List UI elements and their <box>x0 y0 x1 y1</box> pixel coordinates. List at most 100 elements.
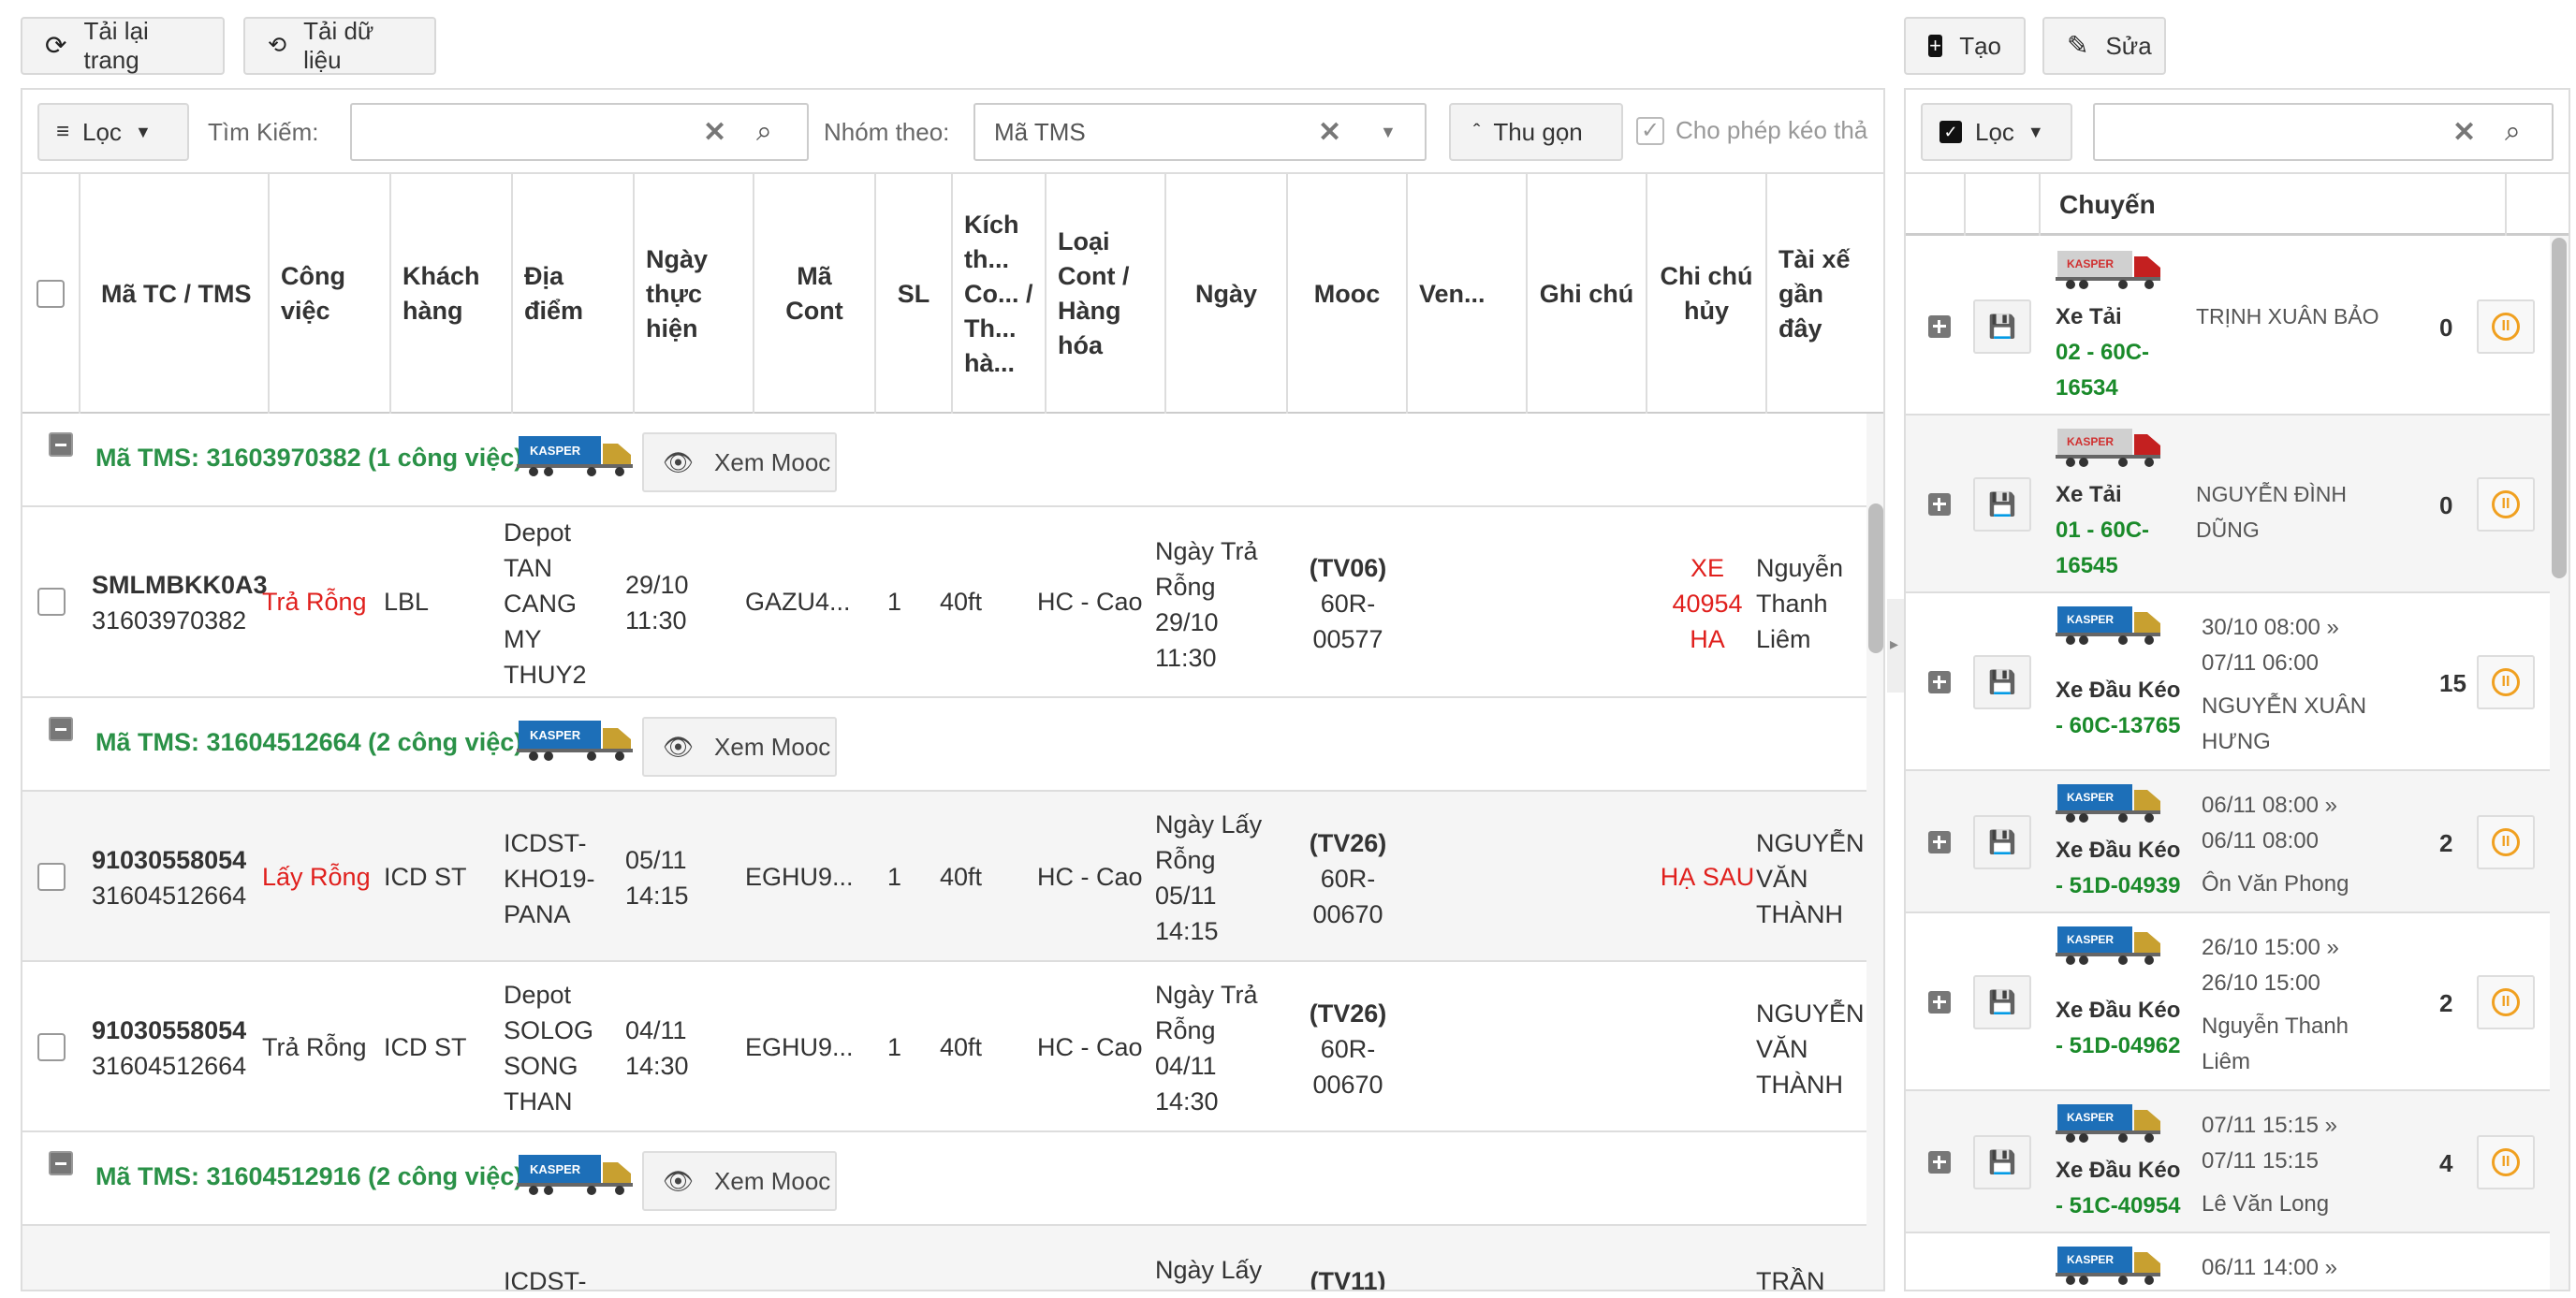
allow-drag-label: Cho phép kéo thả <box>1676 116 1868 144</box>
pause-button[interactable]: II <box>2477 477 2535 532</box>
group-by-select[interactable]: Mã TMS ✕ ▼ <box>973 103 1427 161</box>
trips-search-input[interactable]: ✕ ⌕ <box>2093 103 2554 161</box>
filter-dropdown[interactable]: ≡ Lọc ▼ <box>37 103 189 161</box>
group-by-value: Mã TMS <box>994 117 1086 146</box>
panel-splitter[interactable]: ▸ <box>1887 599 1906 693</box>
search-input[interactable]: ✕ ⌕ <box>350 103 809 161</box>
row-checkbox[interactable] <box>37 1033 66 1061</box>
truck-blue-icon: KASPER <box>517 1155 633 1195</box>
edit-button[interactable]: ✎ Sửa <box>2042 17 2166 75</box>
vehicle-row[interactable]: KASPER 06/11 14:00 » <box>1906 1233 2550 1290</box>
col-sl[interactable]: SL <box>876 174 953 414</box>
view-mooc-button[interactable]: 👁 Xem Mooc <box>642 717 837 777</box>
col-khach-hang[interactable]: Khách hàng <box>391 174 513 414</box>
ma-cont: GAZU4... <box>745 588 851 616</box>
scroll-thumb[interactable] <box>1868 503 1883 653</box>
kich-thuoc: 40ft <box>940 1033 983 1061</box>
col-ma-cont[interactable]: Mã Cont <box>754 174 876 414</box>
vehicle-row[interactable]: 💾 KASPER Xe Tải 02 - 60C-16534 TRỊNH XUÂN… <box>1906 238 2550 416</box>
col-ngay-thuc-hien[interactable]: Ngày thực hiện <box>635 174 754 414</box>
row-checkbox[interactable] <box>37 588 66 616</box>
expand-icon[interactable] <box>1928 991 1951 1014</box>
save-button[interactable]: 💾 <box>1973 815 2031 869</box>
svg-text:KASPER: KASPER <box>530 1162 581 1176</box>
so-luong: 1 <box>887 588 902 616</box>
expand-icon[interactable] <box>1928 315 1951 338</box>
chevron-up-icon: ˆ <box>1473 120 1481 143</box>
reload-page-button[interactable]: ⟳ Tải lại trang <box>21 17 225 75</box>
save-button[interactable]: 💾 <box>1973 1135 2031 1189</box>
driver-name: Liêm <box>2202 1049 2251 1074</box>
vehicle-row[interactable]: 💾 KASPER Xe Đầu Kéo - 51C-40954 07/11 15:… <box>1906 1091 2550 1233</box>
col-chi-chu-huy[interactable]: Chi chú hủy <box>1647 174 1767 414</box>
col-chuyen[interactable]: Chuyến <box>2041 174 2507 236</box>
col-loai-cont[interactable]: Loại Cont / Hàng hóa <box>1046 174 1166 414</box>
clear-group-icon[interactable]: ✕ <box>1318 116 1341 149</box>
tms-code: 31604512664 <box>92 882 247 910</box>
save-button[interactable]: 💾 <box>1973 299 2031 354</box>
caret-down-icon: ▼ <box>2027 122 2044 141</box>
col-ngay[interactable]: Ngày <box>1166 174 1288 414</box>
save-button[interactable]: 💾 <box>1973 655 2031 709</box>
save-button[interactable]: 💾 <box>1973 975 2031 1029</box>
create-button[interactable]: + Tạo <box>1904 17 2026 75</box>
table-row[interactable]: 91030558054 31604512664 Trả Rỗng ICD ST D… <box>22 962 1866 1132</box>
collapse-label: Thu gọn <box>1493 117 1583 146</box>
col-dia-diem[interactable]: Địa điểm <box>513 174 635 414</box>
col-vendor[interactable]: Ven... <box>1408 174 1528 414</box>
vehicle-row[interactable]: 💾 KASPER Xe Đầu Kéo - 60C-13765 30/10 08:… <box>1906 593 2550 771</box>
clear-search-icon[interactable]: ✕ <box>703 116 726 149</box>
select-all-checkbox[interactable] <box>37 280 65 308</box>
pause-button[interactable]: II <box>2477 815 2535 869</box>
vehicle-row[interactable]: 💾 KASPER Xe Đầu Kéo - 51D-04962 26/10 15:… <box>1906 913 2550 1091</box>
chevron-down-icon[interactable]: ▼ <box>1380 123 1397 142</box>
reload-data-button[interactable]: ⟲ Tải dữ liệu <box>243 17 436 75</box>
trip-date: 26/10 15:00 <box>2202 970 2320 996</box>
vehicle-row[interactable]: 💾 KASPER Xe Đầu Kéo - 51D-04939 06/11 08:… <box>1906 771 2550 913</box>
col-mooc[interactable]: Mooc <box>1288 174 1408 414</box>
view-mooc-button[interactable]: 👁 Xem Mooc <box>642 1151 837 1211</box>
pause-button[interactable]: II <box>2477 299 2535 354</box>
floppy-icon: 💾 <box>1988 491 2016 518</box>
pause-button[interactable]: II <box>2477 975 2535 1029</box>
khach-hang: LBL <box>384 588 430 616</box>
reload-data-label: Tải dữ liệu <box>303 17 374 74</box>
trips-filter-dropdown[interactable]: ✓ Lọc ▼ <box>1921 103 2072 161</box>
collapse-group-icon[interactable] <box>49 1151 73 1175</box>
save-button[interactable]: 💾 <box>1973 477 2031 532</box>
col-cong-viec[interactable]: Công việc <box>270 174 391 414</box>
expand-icon[interactable] <box>1928 1151 1951 1174</box>
trips-scrollbar[interactable] <box>2550 236 2569 1290</box>
trip-count: 2 <box>2439 989 2453 1017</box>
driver-name: Ôn Văn Phong <box>2202 871 2349 897</box>
col-tai-xe[interactable]: Tài xế gần đây <box>1767 174 1866 414</box>
pause-button[interactable]: II <box>2477 1135 2535 1189</box>
trip-count: 4 <box>2439 1149 2453 1177</box>
allow-drag-checkbox[interactable]: ✓ Cho phép kéo thả <box>1636 116 1867 145</box>
clear-search-icon[interactable]: ✕ <box>2452 116 2476 149</box>
collapse-button[interactable]: ˆ Thu gọn <box>1449 103 1623 161</box>
col-ma-tc[interactable]: Mã TC / TMS <box>80 174 270 414</box>
search-icon[interactable]: ⌕ <box>2505 116 2521 148</box>
trip-count: 0 <box>2439 491 2453 519</box>
view-mooc-button[interactable]: 👁 Xem Mooc <box>642 432 837 492</box>
group-by-label: Nhóm theo: <box>824 118 950 146</box>
pause-button[interactable]: II <box>2477 655 2535 709</box>
table-row[interactable]: 91030558054 31604512664 Lấy Rỗng ICD ST I… <box>22 792 1866 962</box>
search-icon[interactable]: ⌕ <box>756 116 772 148</box>
vehicle-row[interactable]: 💾 KASPER Xe Tải 01 - 60C-16545 NGUYỄN ĐÌN… <box>1906 416 2550 593</box>
table-scrollbar[interactable] <box>1866 414 1883 1290</box>
driver-name: NGUYỄN XUÂN <box>2202 693 2367 719</box>
col-ghi-chu[interactable]: Ghi chú <box>1528 174 1647 414</box>
row-checkbox[interactable] <box>37 863 66 891</box>
expand-icon[interactable] <box>1928 671 1951 693</box>
table-row[interactable]: SMLMBKK0A3 31603970382 Trả Rỗng LBL Depot… <box>22 507 1866 698</box>
expand-icon[interactable] <box>1928 493 1951 516</box>
col-kich-thuoc[interactable]: Kích th... Co... / Th... hà... <box>953 174 1046 414</box>
collapse-group-icon[interactable] <box>49 717 73 741</box>
expand-icon[interactable] <box>1928 831 1951 853</box>
table-row[interactable]: ICDST- Ngày Lấy (TV11) TRẦN <box>22 1226 1866 1290</box>
scroll-thumb[interactable] <box>2552 238 2567 578</box>
collapse-group-icon[interactable] <box>49 432 73 457</box>
ngay: Ngày Trả Rỗng 04/11 14:30 <box>1155 981 1258 1116</box>
